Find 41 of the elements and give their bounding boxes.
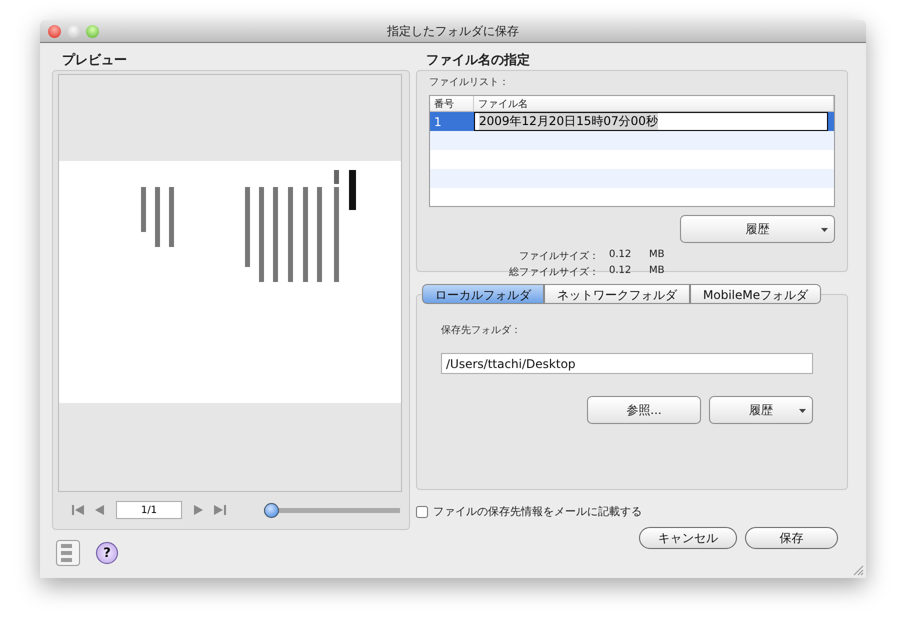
previous-page-icon[interactable] <box>94 505 106 515</box>
file-name-field[interactable]: 2009年12月20日15時07分00秒 <box>474 112 828 131</box>
caret-icon <box>799 409 806 413</box>
size-value: 0.12 <box>609 265 632 278</box>
zoom-button[interactable] <box>86 24 99 38</box>
caret-icon <box>821 228 828 232</box>
folder-path-field[interactable]: /Users/ttachi/Desktop <box>441 353 813 374</box>
close-button[interactable] <box>48 24 61 38</box>
size-label: 総ファイルサイズ： <box>508 266 599 279</box>
section-title: ファイル名の指定 <box>426 52 531 69</box>
last-page-icon[interactable] <box>214 505 226 515</box>
page-field[interactable]: 1/1 <box>116 501 182 519</box>
first-page-icon[interactable] <box>72 505 84 515</box>
checkbox-label: ファイルの保存先情報をメールに記載する <box>433 504 642 519</box>
save-button[interactable]: 保存 <box>745 527 838 549</box>
minimize-button[interactable] <box>67 24 80 38</box>
history-dropdown[interactable]: 履歴 <box>709 396 813 424</box>
list-label: ファイルリスト： <box>429 76 510 89</box>
size-unit: MB <box>649 265 666 278</box>
window-title: 指定したフォルダに保存 <box>387 24 519 38</box>
size-unit: MB <box>649 249 666 262</box>
resize-grip-icon[interactable] <box>853 565 864 576</box>
folder-tab[interactable]: ネットワークフォルダ <box>544 284 690 304</box>
column-header[interactable]: ファイル名 <box>474 96 834 111</box>
table-row[interactable]: 1 2009年12月20日15時07分00秒 <box>430 112 834 131</box>
cancel-button[interactable]: キャンセル <box>639 527 737 549</box>
checkbox[interactable] <box>416 506 428 518</box>
folder-tab[interactable]: ローカルフォルダ <box>422 284 544 304</box>
help-button[interactable]: ? <box>96 542 118 564</box>
browse-button[interactable]: 参照... <box>587 396 701 424</box>
folder-tab[interactable]: MobileMeフォルダ <box>690 284 822 304</box>
list-icon[interactable] <box>56 540 80 566</box>
folder-label: 保存先フォルダ： <box>441 324 522 337</box>
history-dropdown[interactable]: 履歴 <box>680 215 835 243</box>
next-page-icon[interactable] <box>192 505 204 515</box>
column-header[interactable]: 番号 <box>430 96 474 111</box>
size-label: ファイルサイズ： <box>518 250 599 263</box>
section-title: プレビュー <box>62 52 128 69</box>
size-value: 0.12 <box>609 249 632 262</box>
slider-thumb[interactable] <box>264 502 279 518</box>
table-cell-text: 1 <box>433 114 443 128</box>
